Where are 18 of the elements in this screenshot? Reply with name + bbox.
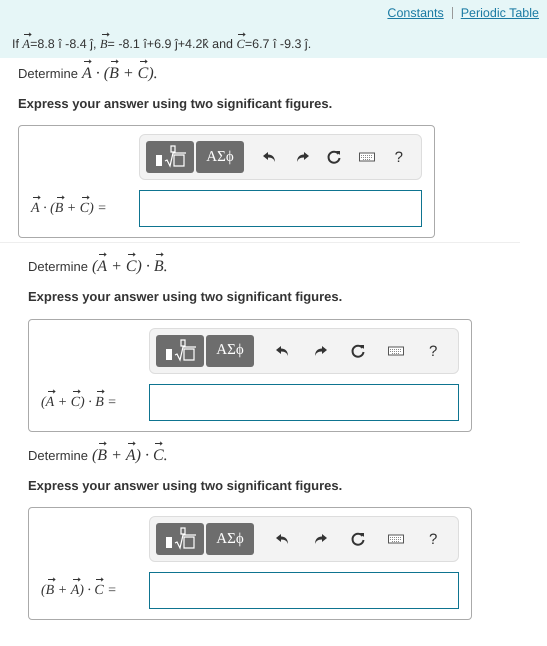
symbols-button[interactable]: ΑΣϕ <box>196 141 244 173</box>
instruction-text: Express your answer using two significant figures. <box>28 476 344 495</box>
symbols-button[interactable]: ΑΣϕ <box>206 523 254 555</box>
answer-label: (A + C) · B = <box>41 392 149 412</box>
prompt-text: Determine (A + C) · B. <box>28 255 472 279</box>
help-button[interactable]: ? <box>388 147 409 167</box>
prompt-text: Determine A · (B + C). <box>18 62 435 86</box>
header-link[interactable]: Constants <box>387 4 444 23</box>
answer-label: A · (B + C) = <box>31 198 139 219</box>
help-button[interactable]: ? <box>423 529 444 549</box>
prompt-text: Determine (B + A) · C. <box>28 444 472 468</box>
header-link[interactable]: Periodic Table <box>460 4 539 23</box>
help-button[interactable]: ? <box>423 340 444 360</box>
answer-label: (B + A) · C = <box>41 580 149 601</box>
instruction-text: Express your answer using two significant figures. <box>18 94 334 113</box>
symbols-button[interactable]: ΑΣϕ <box>206 334 254 366</box>
instruction-text: Express your answer using two significant figures. <box>28 288 344 306</box>
problem-statement: If A=8.8 î -8.4 ĵ, B= -8.1 î+6.9 ĵ+4.2k̂ and C=6.7 î -9.3 ĵ. <box>0 34 547 54</box>
